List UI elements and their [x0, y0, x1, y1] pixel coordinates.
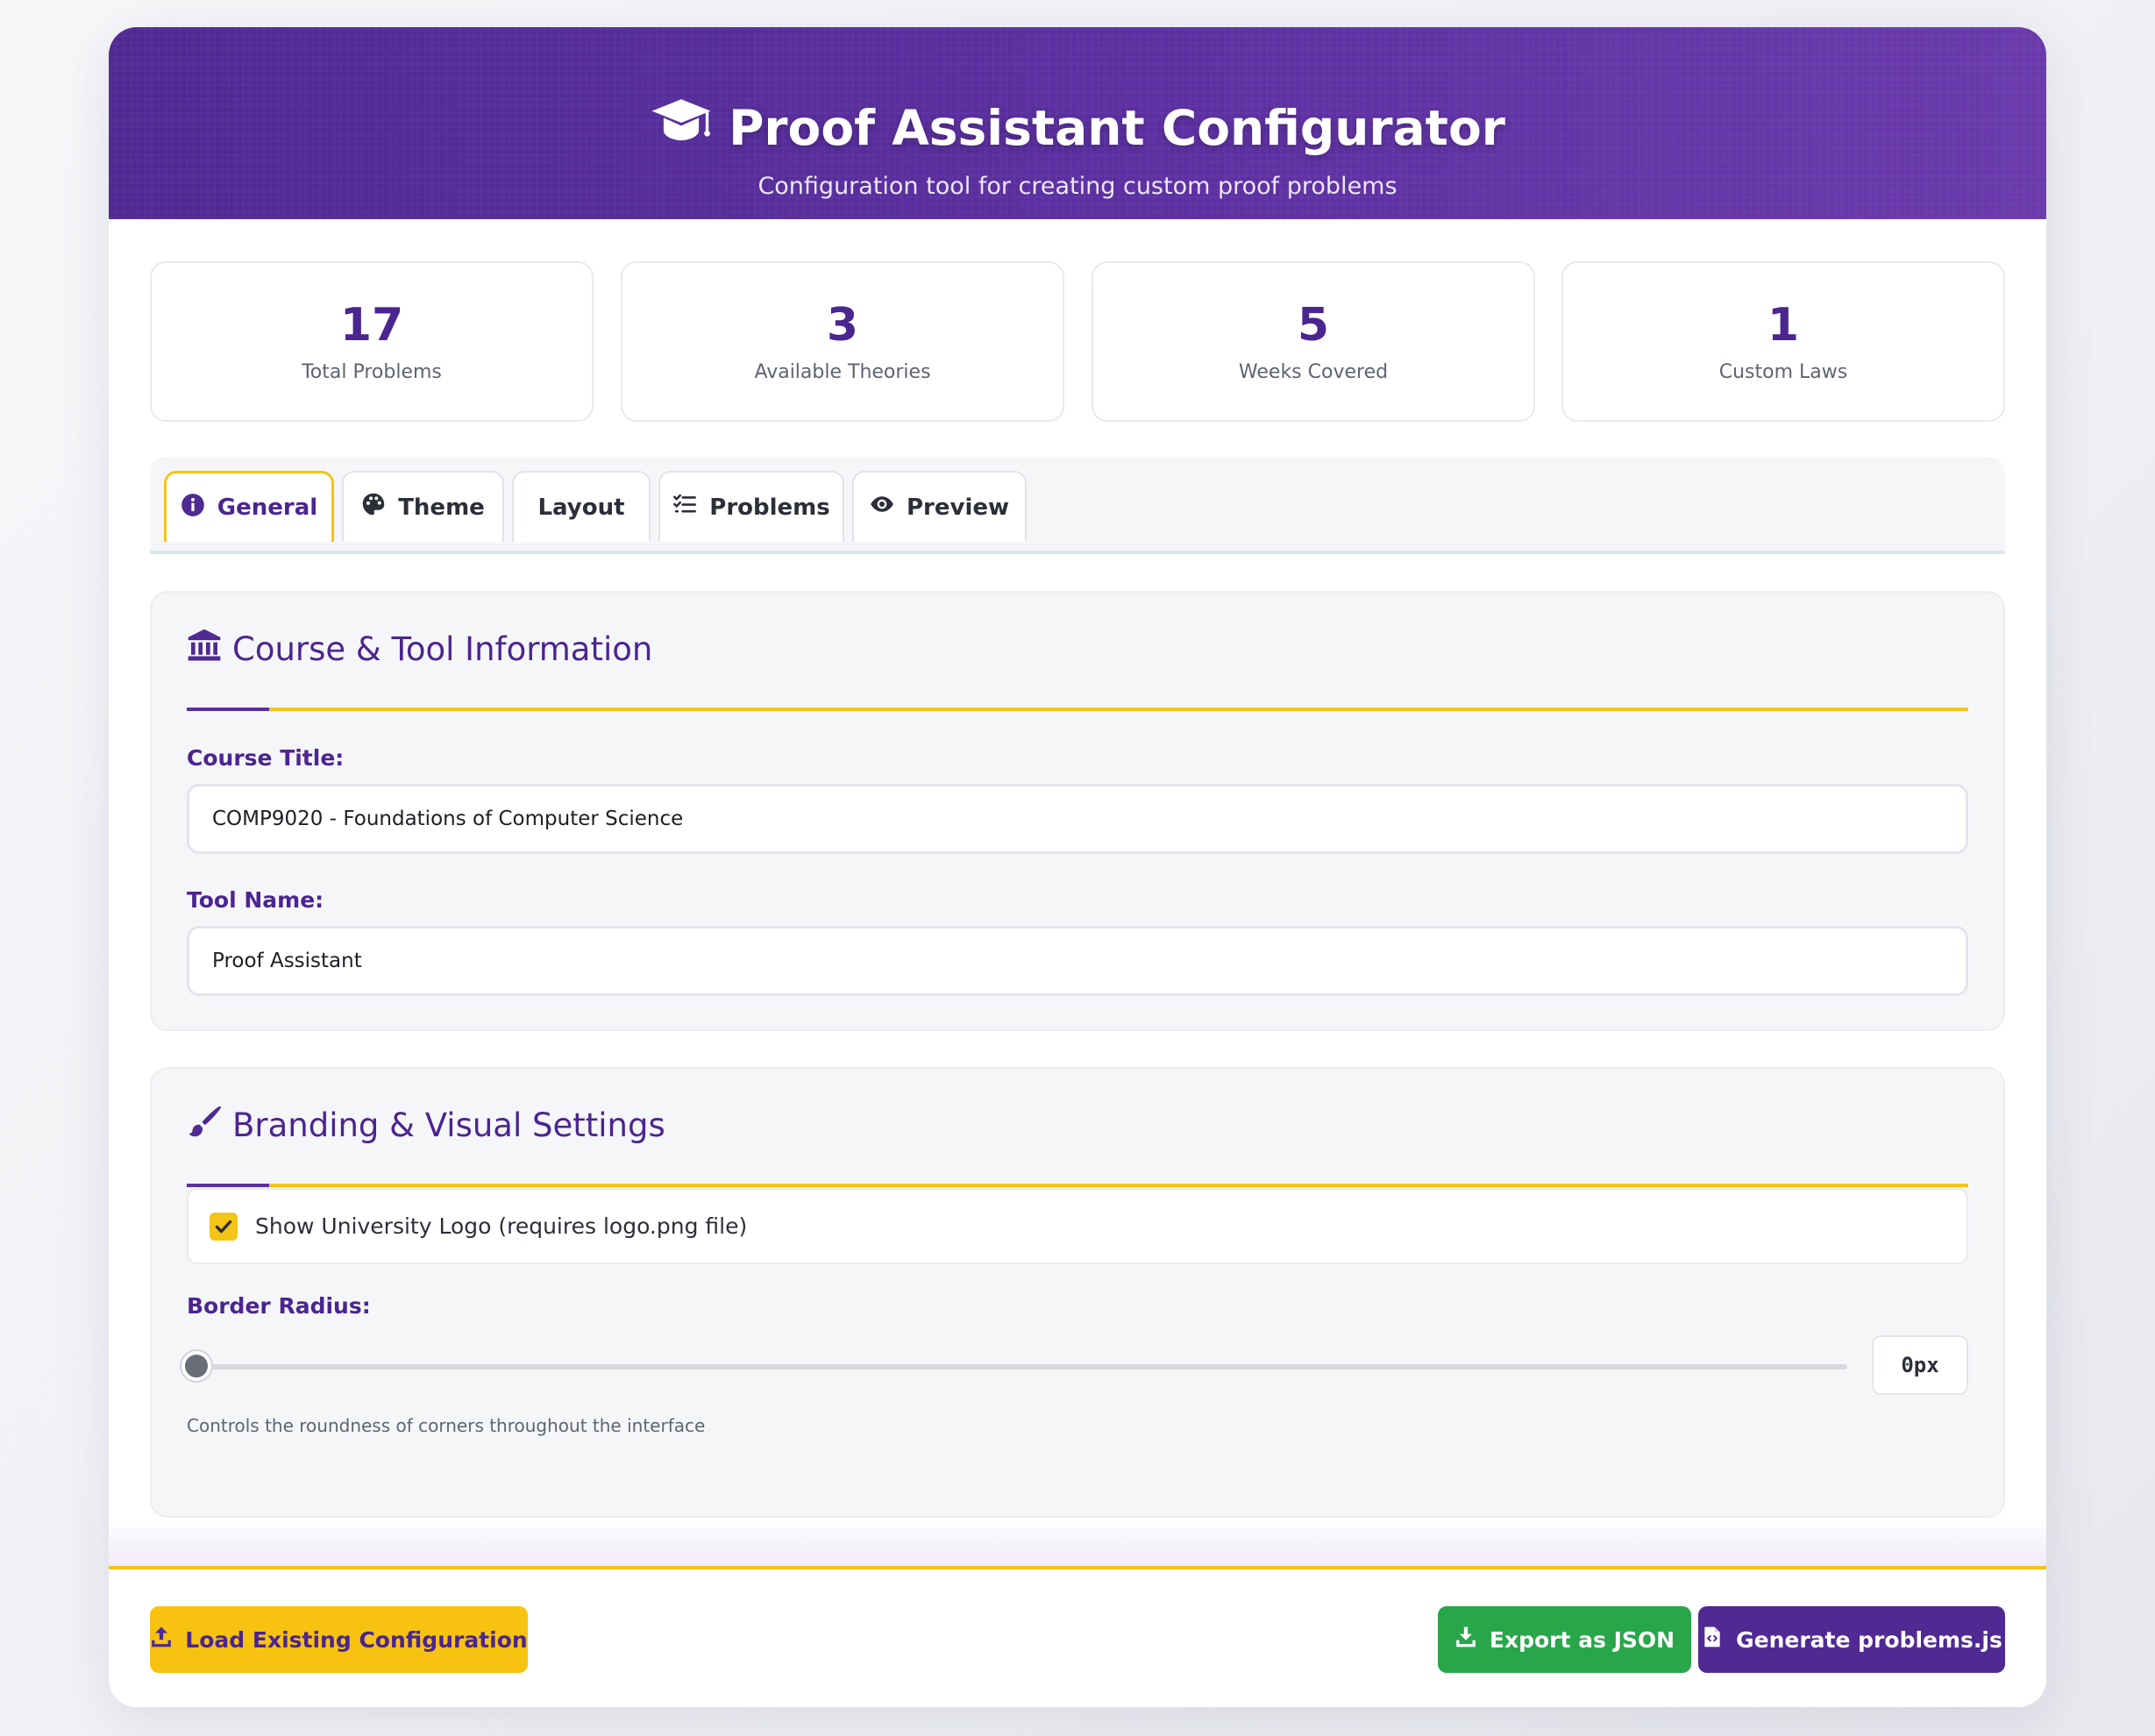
tool-name-label: Tool Name: [187, 887, 324, 913]
footer-fade [109, 1518, 2046, 1566]
export-json-button[interactable]: Export as JSON [1438, 1606, 1691, 1673]
footer-actions: Load Existing Configuration Export as JS… [109, 1566, 2046, 1707]
stat-label: Weeks Covered [1238, 361, 1389, 383]
section-title-text: Course & Tool Information [232, 630, 653, 668]
tab-label: Preview [906, 494, 1010, 521]
tab-problems[interactable]: Problems [658, 471, 844, 542]
show-logo-row[interactable]: Show University Logo (requires logo.png … [187, 1188, 1968, 1264]
tab-theme[interactable]: Theme [342, 471, 504, 542]
configurator-app: Proof Assistant Configurator Configurati… [109, 27, 2046, 1707]
load-label: Load Existing Configuration [185, 1626, 528, 1653]
stats-row: 17 Total Problems 3 Available Theories 5… [150, 261, 2005, 422]
stat-value: 5 [1297, 299, 1330, 352]
stat-value: 3 [826, 299, 859, 352]
tab-label: Theme [398, 494, 485, 521]
download-icon [1454, 1626, 1477, 1654]
tab-preview[interactable]: Preview [852, 471, 1027, 542]
page-title: Proof Assistant Configurator [109, 97, 2046, 159]
eye-icon [870, 492, 894, 523]
course-title-label: Course Title: [187, 745, 345, 771]
stat-custom-laws: 1 Custom Laws [1561, 261, 2005, 422]
stat-label: Available Theories [754, 361, 931, 383]
branding-visual-settings-card: Branding & Visual Settings Show Universi… [150, 1067, 2005, 1518]
show-logo-checkbox[interactable] [210, 1212, 238, 1241]
paint-brush-icon [187, 1104, 222, 1147]
border-radius-slider-thumb[interactable] [181, 1351, 211, 1381]
load-configuration-button[interactable]: Load Existing Configuration [150, 1606, 528, 1673]
tool-name-input[interactable] [187, 926, 1968, 996]
section-title: Course & Tool Information [187, 628, 652, 671]
export-label: Export as JSON [1489, 1626, 1675, 1653]
tab-label: Layout [537, 494, 625, 521]
graduation-cap-icon [650, 97, 713, 160]
course-tool-information-card: Course & Tool Information Course Title: … [150, 591, 2005, 1031]
stat-weeks-covered: 5 Weeks Covered [1092, 261, 1535, 422]
upload-icon [150, 1626, 173, 1654]
header-title-text: Proof Assistant Configurator [729, 100, 1505, 156]
section-title-text: Branding & Visual Settings [232, 1106, 665, 1144]
file-code-icon [1701, 1626, 1724, 1654]
border-radius-value: 0px [1872, 1335, 1968, 1395]
stat-value: 1 [1767, 299, 1800, 352]
stat-label: Total Problems [302, 361, 442, 383]
tab-label: General [217, 494, 318, 521]
tab-layout[interactable]: Layout [512, 471, 651, 542]
border-radius-label: Border Radius: [187, 1293, 371, 1319]
show-logo-label: Show University Logo (requires logo.png … [255, 1213, 748, 1239]
border-radius-slider-track[interactable] [190, 1364, 1847, 1370]
border-radius-hint: Controls the roundness of corners throug… [187, 1415, 706, 1436]
stat-label: Custom Laws [1718, 361, 1848, 383]
tab-general[interactable]: General [164, 471, 334, 542]
stat-value: 17 [339, 299, 404, 352]
checklist-icon [672, 492, 697, 523]
stat-total-problems: 17 Total Problems [150, 261, 594, 422]
section-divider [187, 1184, 1968, 1187]
stat-available-theories: 3 Available Theories [621, 261, 1064, 422]
tab-bar: General Theme Layout Problems Preview [150, 457, 2005, 554]
generate-problems-button[interactable]: Generate problems.js [1698, 1606, 2005, 1673]
info-circle-icon [181, 493, 205, 523]
header-subtitle: Configuration tool for creating custom p… [757, 173, 1398, 200]
tab-label: Problems [709, 494, 830, 521]
generate-label: Generate problems.js [1736, 1626, 2002, 1653]
university-icon [187, 628, 222, 671]
section-divider [187, 708, 1968, 711]
palette-icon [361, 492, 386, 523]
section-title: Branding & Visual Settings [187, 1104, 665, 1147]
header: Proof Assistant Configurator Configurati… [109, 27, 2046, 219]
course-title-input[interactable] [187, 784, 1968, 854]
